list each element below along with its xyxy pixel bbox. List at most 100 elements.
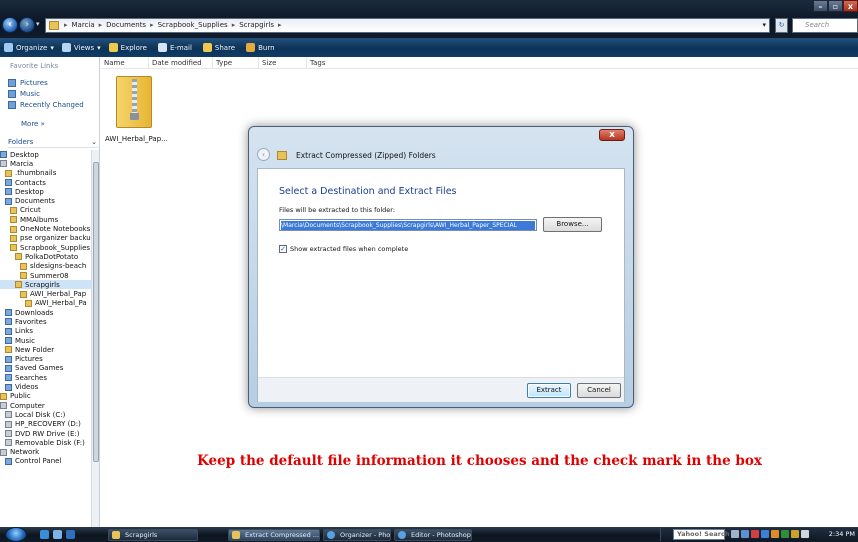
task-extract-compressed[interactable]: Extract Compressed ... [228, 529, 320, 541]
tree-item[interactable]: sldesigns-beach [0, 262, 92, 271]
folder-icon [5, 364, 12, 372]
favorite-label: Pictures [20, 78, 48, 87]
tree-item[interactable]: AWI_Herbal_Pa [0, 299, 92, 308]
destination-input[interactable]: \Marcia\Documents\Scrapbook_Supplies\Scr… [279, 219, 537, 231]
app-icon[interactable] [771, 530, 779, 538]
column-tags[interactable]: Tags [307, 57, 355, 68]
tree-item[interactable]: Removable Disk (F:) [0, 438, 92, 447]
tree-item[interactable]: pse organizer backup [0, 234, 92, 243]
tree-item[interactable]: Saved Games [0, 364, 92, 373]
tree-item-label: Links [15, 327, 33, 336]
task-organizer-photoshop[interactable]: Organizer - Photosh... [323, 529, 391, 541]
favorite-link-pictures[interactable]: Pictures [8, 77, 84, 88]
breadcrumb-scrapbook-supplies[interactable]: Scrapbook_Supplies [158, 21, 228, 29]
organize-icon [4, 43, 13, 52]
tree-item[interactable]: Summer08 [0, 271, 92, 280]
start-button[interactable] [5, 527, 27, 542]
browse-button[interactable]: Browse... [543, 217, 602, 232]
tree-item[interactable]: Searches [0, 373, 92, 382]
tree-item[interactable]: Downloads [0, 308, 92, 317]
tree-item[interactable]: Music [0, 336, 92, 345]
dialog-back-button[interactable]: ‹ [257, 148, 270, 161]
zip-file-item[interactable]: AWI_Herbal_Pap... [105, 72, 168, 152]
network-icon[interactable] [741, 530, 749, 538]
views-icon [61, 43, 71, 52]
breadcrumb-documents[interactable]: Documents [106, 21, 146, 29]
tree-item[interactable]: Videos [0, 382, 92, 391]
forward-button[interactable]: › [19, 17, 35, 33]
yahoo-search-box[interactable]: Yahoo! Search [673, 529, 729, 540]
tree-item[interactable]: Pictures [0, 355, 92, 364]
extract-button[interactable]: Extract [527, 383, 571, 398]
favorite-link-recently-changed[interactable]: Recently Changed [8, 99, 84, 110]
tree-item[interactable]: Computer [0, 401, 92, 410]
address-dropdown[interactable]: ▾ [762, 21, 766, 29]
scrollbar-thumb[interactable] [93, 162, 99, 462]
tree-item[interactable]: DVD RW Drive (E:) [0, 429, 92, 438]
folder-icon [5, 383, 12, 391]
tree-item[interactable]: Marcia [0, 159, 92, 168]
toolbar-email-button[interactable]: E-mail [157, 43, 195, 52]
column-name[interactable]: Name [101, 57, 149, 68]
column-type[interactable]: Type [213, 57, 259, 68]
favorite-link-music[interactable]: Music [8, 88, 84, 99]
maximize-button[interactable]: ▫ [828, 0, 843, 12]
address-field[interactable]: ▸ Marcia ▸ Documents ▸ Scrapbook_Supplie… [45, 18, 770, 33]
folders-header[interactable]: Folders ⌄ [8, 138, 100, 148]
tree-item[interactable]: Desktop [0, 150, 92, 159]
tree-item[interactable]: Control Panel [0, 457, 92, 466]
tree-item[interactable]: Desktop [0, 187, 92, 196]
tree-item[interactable]: OneNote Notebooks [0, 224, 92, 233]
tree-item[interactable]: Cricut [0, 206, 92, 215]
toolbar-share-button[interactable]: Share [202, 43, 238, 52]
show-files-checkbox[interactable]: ✓ [279, 245, 287, 253]
switch-windows-icon[interactable] [53, 530, 62, 539]
dialog-close-button[interactable]: x [599, 129, 625, 141]
security-icon[interactable] [751, 530, 759, 538]
column-date-modified[interactable]: Date modified [149, 57, 213, 68]
clock[interactable]: 2:34 PM [829, 530, 855, 538]
app-icon[interactable] [791, 530, 799, 538]
search-input[interactable]: Search [792, 18, 858, 33]
app-icon[interactable] [781, 530, 789, 538]
close-button[interactable]: x [843, 0, 858, 12]
toolbar-burn-button[interactable]: Burn [246, 43, 277, 52]
tree-item[interactable]: MMAlbums [0, 215, 92, 224]
back-button[interactable]: ‹ [2, 17, 18, 33]
volume-icon[interactable] [801, 530, 809, 538]
minimize-button[interactable]: – [813, 0, 828, 12]
toolbar-views-button[interactable]: Views ▾ [61, 43, 101, 52]
column-size[interactable]: Size [259, 57, 307, 68]
refresh-button[interactable]: ↻ [775, 18, 788, 33]
task-scrapgirls[interactable]: Scrapgirls [108, 529, 198, 541]
tree-item[interactable]: Documents [0, 196, 92, 205]
tree-item[interactable]: New Folder [0, 345, 92, 354]
app-icon[interactable] [761, 530, 769, 538]
tree-item[interactable]: Scrapbook_Supplies [0, 243, 92, 252]
task-editor-photoshop[interactable]: Editor - Photoshop ... [394, 529, 472, 541]
tree-item[interactable]: Links [0, 327, 92, 336]
folder-tree-scrollbar[interactable] [91, 150, 99, 527]
recent-pages-dropdown[interactable]: ▾ [36, 20, 40, 28]
tree-item[interactable]: Network [0, 448, 92, 457]
tree-item[interactable]: AWI_Herbal_Pap [0, 289, 92, 298]
search-icon[interactable] [731, 530, 739, 538]
show-desktop-icon[interactable] [40, 530, 49, 539]
browser-icon[interactable] [66, 530, 75, 539]
breadcrumb-marcia[interactable]: Marcia [72, 21, 95, 29]
breadcrumb-scrapgirls[interactable]: Scrapgirls [239, 21, 274, 29]
tree-item-label: MMAlbums [20, 215, 59, 224]
cancel-button[interactable]: Cancel [577, 383, 621, 398]
toolbar-organize-button[interactable]: Organize ▾ [4, 43, 54, 52]
tree-item[interactable]: Scrapgirls [0, 280, 92, 290]
tree-item[interactable]: HP_RECOVERY (D:) [0, 420, 92, 429]
tree-item[interactable]: Favorites [0, 317, 92, 326]
tree-item[interactable]: Public [0, 392, 92, 401]
tree-item[interactable]: Local Disk (C:) [0, 410, 92, 419]
tree-item[interactable]: Contacts [0, 178, 92, 187]
toolbar-explore-button[interactable]: Explore [108, 43, 150, 52]
tree-item[interactable]: PolkaDotPotato [0, 252, 92, 261]
more-link[interactable]: More » [21, 120, 45, 128]
tree-item[interactable]: .thumbnails [0, 169, 92, 178]
show-files-label[interactable]: Show extracted files when complete [290, 245, 408, 253]
